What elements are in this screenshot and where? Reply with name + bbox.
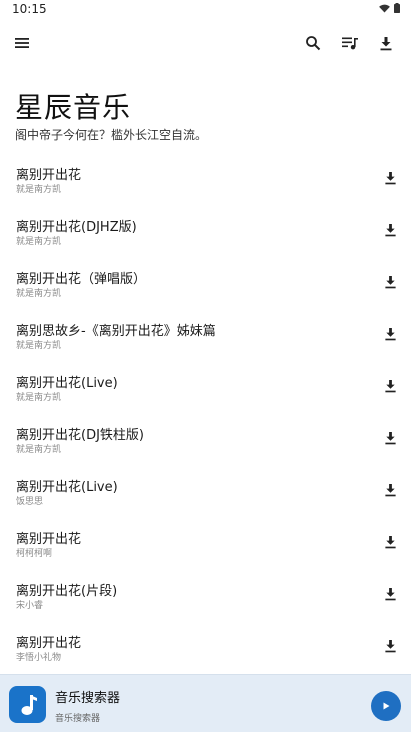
song-row[interactable]: 离别开出花(DJ铁柱版) 就是南方凯 <box>0 412 411 464</box>
download-icon <box>384 587 396 601</box>
page-subtitle: 阁中帝子今何在？槛外长江空自流。 <box>15 128 208 142</box>
song-title: 离别思故乡-《离别开出花》姊妹篇 <box>16 324 216 339</box>
battery-icon <box>394 3 400 13</box>
song-list: 离别开出花 就是南方凯 离别开出花(DJHZ版) 就是南方凯 离别开出花（弹唱版… <box>0 152 411 672</box>
song-download-button[interactable] <box>381 325 399 343</box>
song-download-button[interactable] <box>381 273 399 291</box>
song-title: 离别开出花(Live) <box>16 480 118 495</box>
menu-icon <box>15 38 29 48</box>
music-note-icon <box>21 694 37 715</box>
playlist-button[interactable] <box>338 31 362 55</box>
song-artist: 就是南方凯 <box>16 341 62 351</box>
download-icon <box>384 223 396 237</box>
play-icon <box>383 702 390 710</box>
player-subtitle: 音乐搜索器 <box>55 714 101 724</box>
download-icon <box>384 535 396 549</box>
song-row[interactable]: 离别开出花(Live) 就是南方凯 <box>0 360 411 412</box>
song-download-button[interactable] <box>381 377 399 395</box>
song-row[interactable]: 离别开出花 就是南方凯 <box>0 152 411 204</box>
song-download-button[interactable] <box>381 533 399 551</box>
download-icon <box>384 275 396 289</box>
download-icon <box>384 171 396 185</box>
playlist-icon <box>342 37 358 50</box>
song-title: 离别开出花（弹唱版） <box>16 272 147 287</box>
song-title: 离别开出花 <box>16 636 82 651</box>
wifi-icon <box>379 4 390 13</box>
album-art <box>9 686 46 723</box>
song-download-button[interactable] <box>381 429 399 447</box>
song-row[interactable]: 离别开出花 柯柯柯啊 <box>0 516 411 568</box>
song-download-button[interactable] <box>381 481 399 499</box>
download-icon <box>384 327 396 341</box>
song-download-button[interactable] <box>381 585 399 603</box>
song-artist: 就是南方凯 <box>16 237 62 247</box>
song-title: 离别开出花(DJHZ版) <box>16 220 137 235</box>
song-artist: 就是南方凯 <box>16 289 62 299</box>
song-title: 离别开出花 <box>16 168 82 183</box>
song-row[interactable]: 离别开出花(Live) 饭思思 <box>0 464 411 516</box>
player-title: 音乐搜索器 <box>55 691 121 706</box>
song-row[interactable]: 离别思故乡-《离别开出花》姊妹篇 就是南方凯 <box>0 308 411 360</box>
app-bar <box>0 24 411 62</box>
status-icons <box>379 3 400 13</box>
song-download-button[interactable] <box>381 221 399 239</box>
song-artist: 宋小睿 <box>16 601 44 611</box>
song-row[interactable]: 离别开出花（弹唱版） 就是南方凯 <box>0 256 411 308</box>
song-artist: 就是南方凯 <box>16 185 62 195</box>
song-row[interactable]: 离别开出花 李悟小礼物 <box>0 620 411 672</box>
search-button[interactable] <box>301 31 325 55</box>
song-title: 离别开出花(片段) <box>16 584 118 599</box>
status-bar: 10:15 <box>0 0 411 18</box>
download-icon <box>384 379 396 393</box>
search-icon <box>306 36 321 51</box>
song-download-button[interactable] <box>381 637 399 655</box>
download-icon <box>380 36 392 50</box>
song-artist: 李悟小礼物 <box>16 653 62 663</box>
song-title: 离别开出花(DJ铁柱版) <box>16 428 144 443</box>
download-button[interactable] <box>374 31 398 55</box>
song-row[interactable]: 离别开出花(DJHZ版) 就是南方凯 <box>0 204 411 256</box>
menu-button[interactable] <box>10 31 34 55</box>
song-artist: 饭思思 <box>16 497 44 507</box>
song-row[interactable]: 离别开出花(片段) 宋小睿 <box>0 568 411 620</box>
song-title: 离别开出花 <box>16 532 82 547</box>
download-icon <box>384 483 396 497</box>
song-title: 离别开出花(Live) <box>16 376 118 391</box>
download-icon <box>384 639 396 653</box>
song-download-button[interactable] <box>381 169 399 187</box>
play-button[interactable] <box>371 691 401 721</box>
status-time: 10:15 <box>12 2 47 16</box>
page-title: 星辰音乐 <box>15 91 132 124</box>
song-artist: 就是南方凯 <box>16 393 62 403</box>
song-artist: 柯柯柯啊 <box>16 549 53 559</box>
mini-player[interactable]: 音乐搜索器 音乐搜索器 <box>0 674 411 732</box>
download-icon <box>384 431 396 445</box>
song-artist: 就是南方凯 <box>16 445 62 455</box>
